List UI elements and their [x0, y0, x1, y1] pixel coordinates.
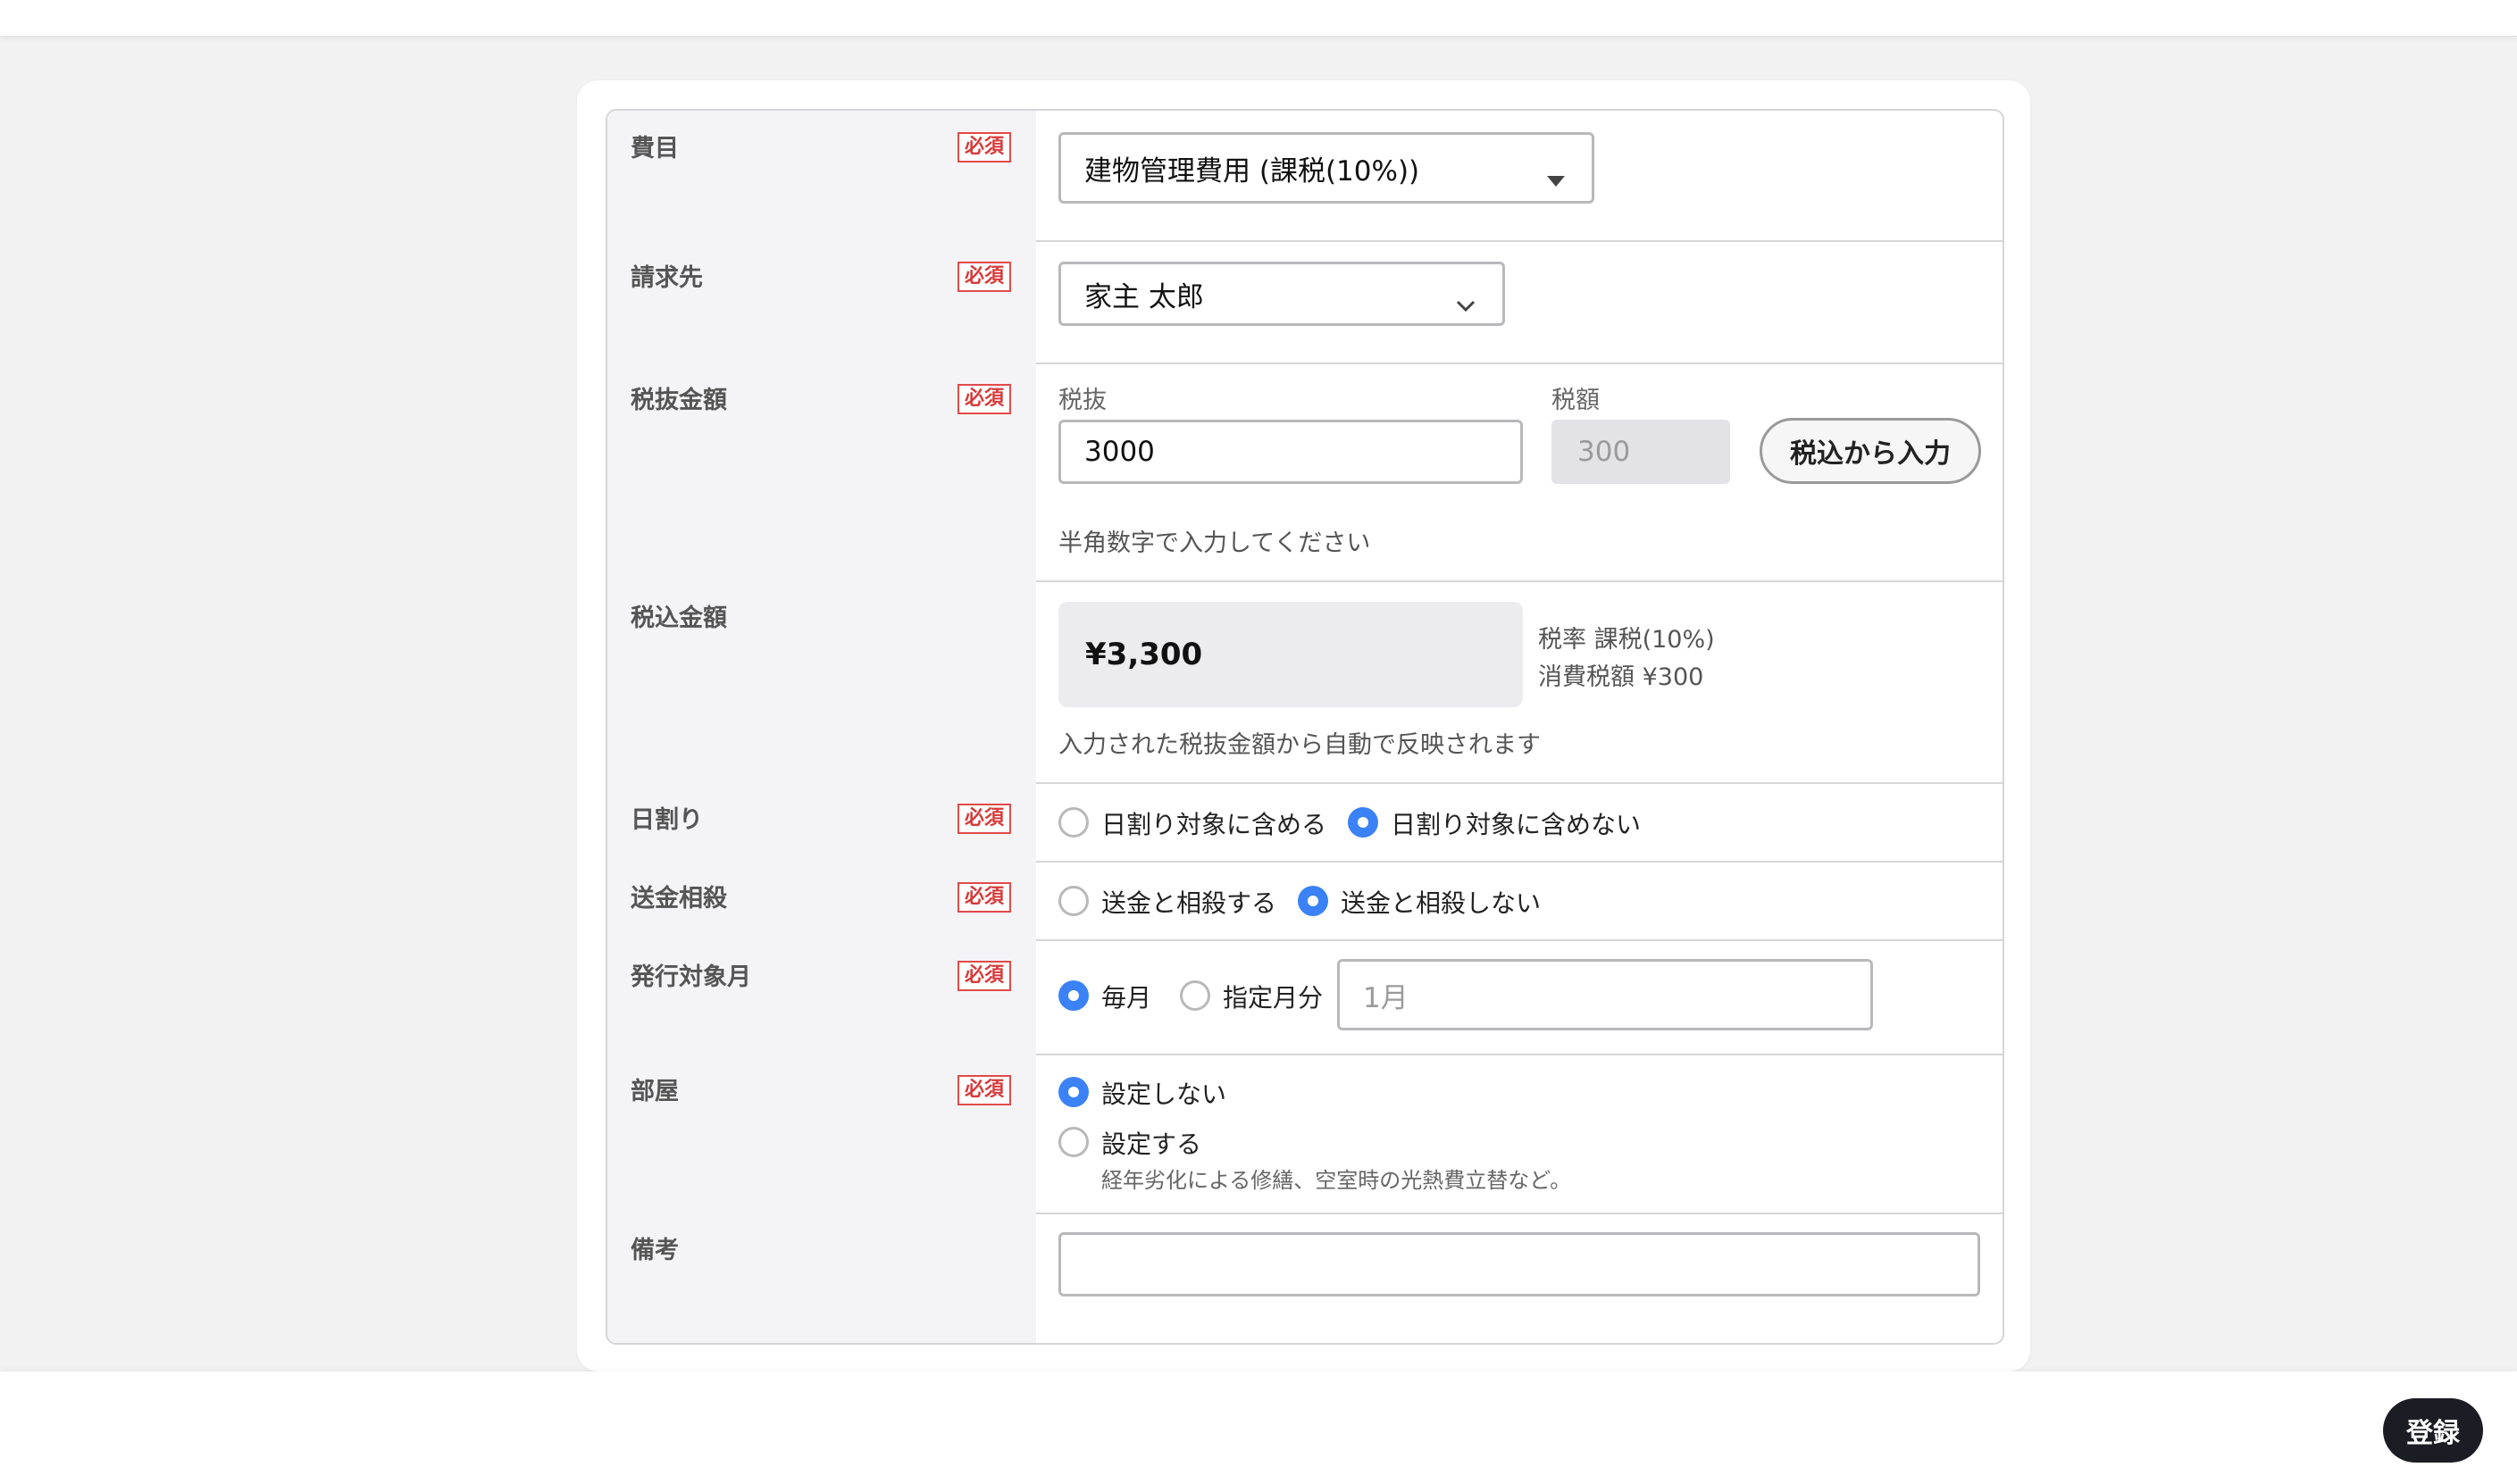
label-cell: 請求先 必須 [607, 240, 1036, 363]
field-label-heya: 部屋 [631, 1078, 679, 1105]
radio-hiwari-exclude[interactable] [1348, 807, 1378, 838]
field-label-sokin: 送金相殺 [631, 885, 727, 913]
tax-rate-text: 税率 課税(10%) [1538, 626, 1715, 654]
radio-label: 設定しない [1101, 1080, 1227, 1109]
month-input[interactable]: 1月 [1337, 959, 1873, 1030]
field-label-zeikomi: 税込金額 [631, 604, 727, 632]
label-cell: 費目 必須 [607, 111, 1036, 240]
label-cell: 部屋 必須 [607, 1054, 1036, 1213]
tax-excluded-input[interactable]: 3000 [1058, 420, 1523, 484]
submit-button[interactable]: 登録 [2383, 1398, 2483, 1463]
footer-bar [0, 1371, 2517, 1484]
tax-amount-input: 300 [1551, 420, 1730, 484]
radio-label: 日割り対象に含める [1101, 810, 1327, 839]
consumption-tax-text: 消費税額 ¥300 [1538, 663, 1704, 691]
input-from-tax-included-button[interactable]: 税込から入力 [1760, 418, 1981, 484]
row-hakko: 発行対象月 必須 毎月 指定月分 1月 [607, 939, 2003, 1055]
row-heya: 部屋 必須 設定しない 設定する 経年劣化による修繕、空室時の光熱費立替など。 [607, 1054, 2003, 1214]
label-cell: 発行対象月 必須 [607, 939, 1036, 1054]
label-cell: 税込金額 [607, 580, 1036, 782]
biko-input[interactable] [1058, 1232, 1980, 1296]
row-zeinuki: 税抜金額 必須 税抜 3000 税額 300 税込から入力 半角数字で入力してく… [607, 363, 2003, 582]
himoku-select-value: 建物管理費用 (課税(10%)) [1084, 154, 1420, 188]
tax-excluded-label: 税抜 [1058, 387, 1107, 414]
field-label-himoku: 費目 [631, 135, 679, 163]
row-zeikomi: 税込金額 ¥3,300 税率 課税(10%) 消費税額 ¥300 入力された税抜… [607, 580, 2003, 784]
required-badge: 必須 [957, 804, 1012, 834]
tax-amount-value: 300 [1577, 436, 1631, 468]
tax-excluded-value: 3000 [1084, 436, 1155, 468]
radio-label: 送金と相殺しない [1341, 888, 1542, 918]
seikyusaki-select-value: 家主 太郎 [1084, 280, 1204, 313]
radio-label: 指定月分 [1223, 983, 1324, 1013]
radio-label: 日割り対象に含めない [1391, 810, 1642, 839]
seikyusaki-select[interactable]: 家主 太郎 [1058, 262, 1505, 326]
field-label-biko: 備考 [631, 1237, 679, 1264]
required-badge: 必須 [957, 882, 1012, 913]
caret-down-icon [1547, 162, 1565, 194]
himoku-select[interactable]: 建物管理費用 (課税(10%)) [1058, 132, 1594, 204]
required-badge: 必須 [957, 262, 1012, 292]
required-badge: 必須 [957, 132, 1012, 163]
radio-label: 毎月 [1101, 983, 1152, 1013]
chevron-down-icon [1456, 288, 1476, 320]
radio-heya-none[interactable] [1058, 1077, 1089, 1107]
heya-note: 経年劣化による修繕、空室時の光熱費立替など。 [1101, 1168, 1572, 1193]
required-badge: 必須 [957, 961, 1012, 991]
field-label-hakko: 発行対象月 [631, 963, 751, 991]
radio-hakko-monthly[interactable] [1058, 980, 1089, 1011]
label-cell: 備考 [607, 1213, 1036, 1343]
required-badge: 必須 [957, 384, 1012, 414]
radio-heya-set[interactable] [1058, 1127, 1089, 1157]
top-header-bar [0, 0, 2517, 37]
row-himoku: 費目 必須 建物管理費用 (課税(10%)) [607, 111, 2003, 242]
radio-hakko-specified[interactable] [1180, 980, 1210, 1011]
field-label-zeinuki: 税抜金額 [631, 387, 727, 414]
row-biko: 備考 [607, 1213, 2003, 1343]
label-cell: 税抜金額 必須 [607, 363, 1036, 580]
field-label-hiwari: 日割り [631, 806, 703, 834]
row-seikyusaki: 請求先 必須 家主 太郎 [607, 240, 2003, 364]
row-sokin: 送金相殺 必須 送金と相殺する 送金と相殺しない [607, 861, 2003, 941]
label-cell: 送金相殺 必須 [607, 861, 1036, 939]
radio-label: 送金と相殺する [1101, 888, 1277, 918]
tax-included-help: 入力された税抜金額から自動で反映されます [1058, 731, 1541, 759]
label-cell: 日割り 必須 [607, 782, 1036, 861]
required-badge: 必須 [957, 1075, 1012, 1105]
radio-sokin-offset[interactable] [1058, 886, 1089, 916]
month-input-placeholder: 1月 [1363, 981, 1409, 1014]
radio-sokin-no-offset[interactable] [1298, 886, 1328, 916]
radio-hiwari-include[interactable] [1058, 807, 1089, 838]
row-hiwari: 日割り 必須 日割り対象に含める 日割り対象に含めない [607, 782, 2003, 863]
field-label-seikyusaki: 請求先 [631, 264, 703, 292]
tax-included-amount: ¥3,300 [1058, 602, 1523, 707]
tax-excluded-help: 半角数字で入力してください [1058, 529, 1371, 557]
tax-amount-label: 税額 [1551, 387, 1600, 414]
radio-label: 設定する [1101, 1130, 1202, 1159]
expense-form: 費目 必須 建物管理費用 (課税(10%)) 請求先 必須 家主 太郎 税抜金額… [606, 109, 2004, 1345]
